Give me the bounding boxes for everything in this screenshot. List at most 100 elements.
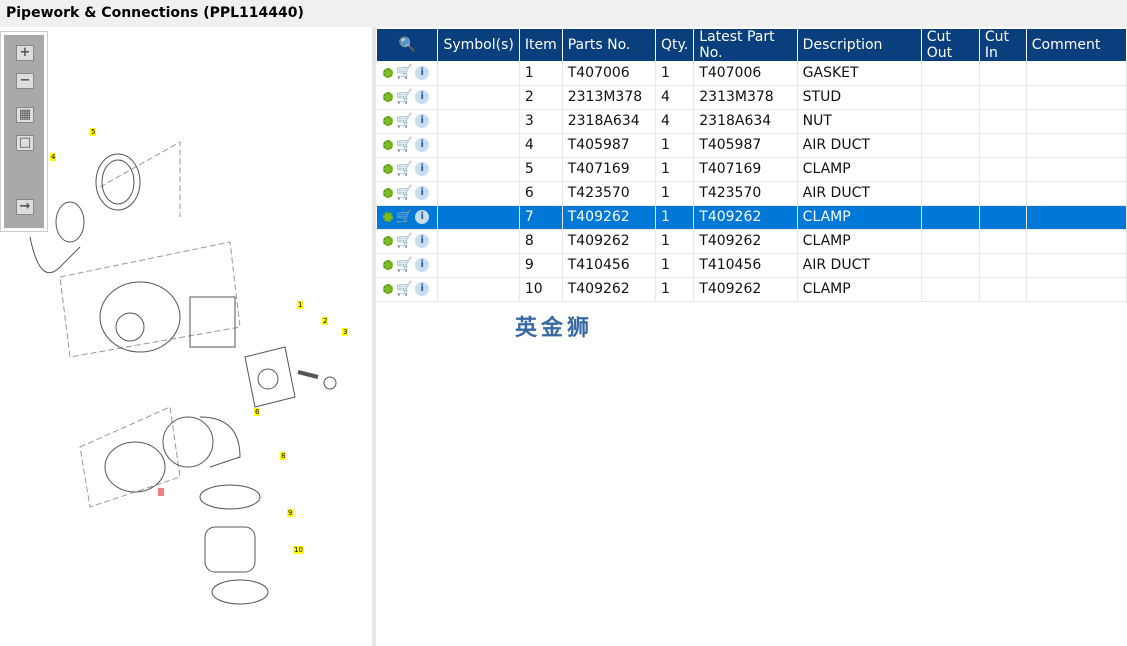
table-row[interactable]: 🛒 i 4 T405987 1 T405987 AIR DUCT [377,133,1127,158]
cart-icon[interactable]: 🛒 [396,114,412,129]
cell-cut-in [979,229,1027,254]
cell-comment [1026,133,1127,158]
cart-icon[interactable]: 🛒 [396,234,412,249]
cell-comment [1026,205,1127,230]
row-actions: 🛒 i [377,229,439,254]
table-row[interactable]: 🛒 i 1 T407006 1 T407006 GASKET [377,61,1127,86]
col-symbols[interactable]: Symbol(s) [437,29,520,61]
info-icon[interactable]: i [415,65,430,80]
cell-symbols [437,205,520,230]
info-icon[interactable]: i [415,90,430,104]
table-row[interactable]: 🛒 i 10 T409262 1 T409262 CLAMP [377,277,1127,302]
col-parts-no[interactable]: Parts No. [562,29,657,61]
cell-qty: 1 [655,181,695,206]
callout-4[interactable]: 4 [50,153,57,161]
gear-icon[interactable] [383,67,393,78]
gear-icon[interactable] [383,140,393,150]
cell-latest-part-no: T423570 [693,181,798,206]
table-row[interactable]: 🛒 i 7 T409262 1 T409262 CLAMP [377,205,1127,230]
row-actions: 🛒 i [377,277,439,302]
callout-2[interactable]: 2 [322,317,329,325]
info-icon[interactable]: i [415,210,430,224]
cart-icon[interactable]: 🛒 [396,138,412,153]
cell-cut-out [921,133,980,158]
cell-description: AIR DUCT [797,133,922,158]
col-cut-out[interactable]: Cut Out [921,29,980,61]
zoom-in-icon[interactable]: + [16,45,34,61]
info-icon[interactable]: i [415,186,430,200]
exploded-diagram [29,141,337,605]
cell-item: 7 [519,205,563,230]
row-actions: 🛒 i [377,61,439,86]
callout-7-selected[interactable] [158,488,164,496]
table-row[interactable]: 🛒 i 9 T410456 1 T410456 AIR DUCT [377,253,1127,278]
cell-cut-out [921,181,980,206]
table-row[interactable]: 🛒 i 6 T423570 1 T423570 AIR DUCT [377,181,1127,206]
gear-icon[interactable] [383,236,393,246]
col-qty[interactable]: Qty. [655,29,695,61]
window-title: Pipework & Connections (PPL114440) [0,0,1127,27]
callout-8[interactable]: 8 [280,452,287,460]
callout-3[interactable]: 3 [342,328,349,336]
zoom-out-icon[interactable]: − [16,73,34,89]
gear-icon[interactable] [383,92,393,102]
cart-icon[interactable]: 🛒 [396,65,412,80]
cell-item: 1 [519,61,563,86]
col-cut-in[interactable]: Cut In [979,29,1027,61]
callout-10[interactable]: 10 [293,546,304,554]
cell-cut-in [979,181,1027,206]
cell-description: AIR DUCT [797,181,922,206]
info-icon[interactable]: i [415,258,430,272]
cell-cut-out [921,85,980,110]
table-header: 🔍 Symbol(s) Item Parts No. Qty. Latest P… [377,29,1127,61]
cart-icon[interactable]: 🛒 [396,258,412,273]
cell-cut-in [979,277,1027,302]
pane-splitter[interactable] [372,27,376,646]
fit-all-icon[interactable]: ▦ [16,107,34,123]
gear-icon[interactable] [383,188,393,198]
info-icon[interactable]: i [415,234,430,248]
fit-page-icon[interactable]: □ [16,135,34,151]
table-row[interactable]: 🛒 i 3 2318A634 4 2318A634 NUT [377,109,1127,134]
callout-9[interactable]: 9 [287,509,294,517]
cell-item: 9 [519,253,563,278]
cell-comment [1026,109,1127,134]
cell-item: 4 [519,133,563,158]
callout-5[interactable]: 5 [90,128,97,136]
gear-icon[interactable] [383,260,393,270]
cart-icon[interactable]: 🛒 [396,282,412,297]
cell-cut-out [921,229,980,254]
info-icon[interactable]: i [415,114,430,128]
expand-panel-icon[interactable]: → [16,199,34,215]
info-icon[interactable]: i [415,138,430,152]
table-row[interactable]: 🛒 i 5 T407169 1 T407169 CLAMP [377,157,1127,182]
gear-icon[interactable] [383,212,393,222]
cart-icon[interactable]: 🛒 [396,162,412,177]
col-latest-part-no[interactable]: Latest Part No. [693,29,798,61]
cell-cut-in [979,61,1027,86]
cart-icon[interactable]: 🛒 [396,90,412,105]
cell-part-no: T423570 [562,181,657,206]
gear-icon[interactable] [383,164,393,174]
diagram-pane[interactable]: 5 4 1 2 3 6 8 9 10 + − ▦ □ → [0,27,372,646]
table-row[interactable]: 🛒 i 2 2313M378 4 2313M378 STUD [377,85,1127,110]
callout-6[interactable]: 6 [254,408,261,416]
col-item[interactable]: Item [519,29,563,61]
cell-latest-part-no: T409262 [693,205,798,230]
col-description[interactable]: Description [797,29,922,61]
table-row[interactable]: 🛒 i 8 T409262 1 T409262 CLAMP [377,229,1127,254]
cart-icon[interactable]: 🛒 [396,210,412,225]
gear-icon[interactable] [383,116,393,126]
gear-icon[interactable] [383,284,393,294]
search-columns-icon[interactable]: 🔍 [377,29,439,61]
col-comment[interactable]: Comment [1026,29,1127,61]
info-icon[interactable]: i [415,162,430,176]
cell-latest-part-no: 2313M378 [693,85,798,110]
cart-icon[interactable]: 🛒 [396,186,412,201]
row-actions: 🛒 i [377,205,439,230]
cell-description: STUD [797,85,922,110]
cell-symbols [437,253,520,278]
callout-1[interactable]: 1 [297,301,304,309]
parts-table: 🔍 Symbol(s) Item Parts No. Qty. Latest P… [377,29,1127,302]
info-icon[interactable]: i [415,282,430,296]
